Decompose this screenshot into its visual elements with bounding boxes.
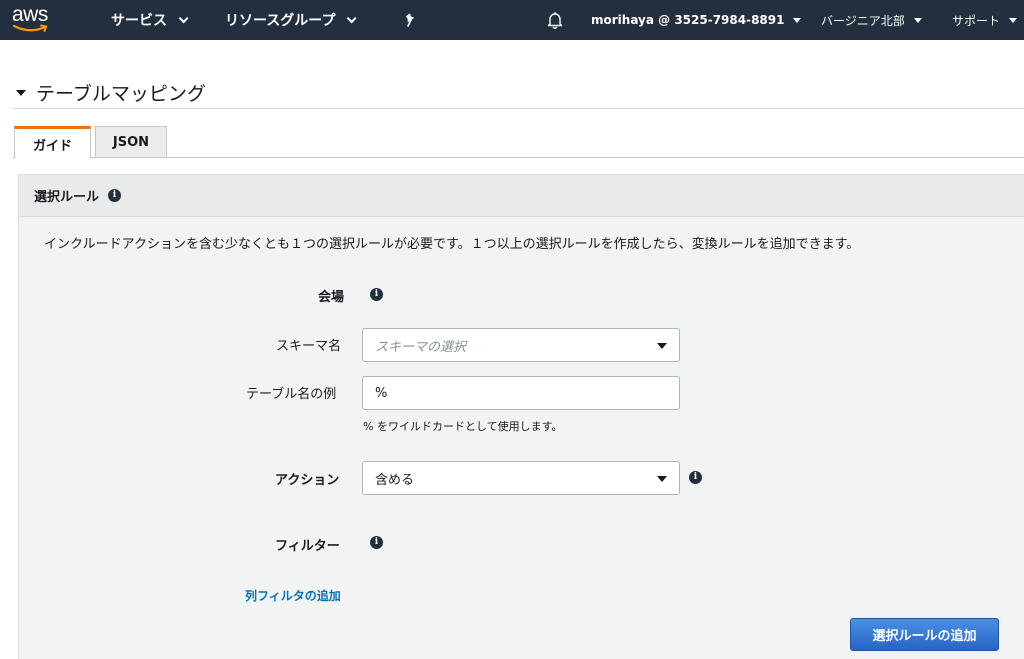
aws-logo[interactable]: aws (12, 3, 56, 37)
services-menu-label: サービス (111, 13, 167, 29)
account-menu-label: morihaya @ 3525-7984-8891 (591, 13, 785, 27)
pin-icon (405, 13, 415, 27)
support-menu-label: サポート (952, 13, 1001, 28)
venue-label: 会場 (318, 290, 345, 305)
add-column-filter-link[interactable]: 列フィルタの追加 (245, 587, 341, 604)
action-select[interactable]: 含める (362, 461, 680, 495)
services-menu[interactable]: サービス (111, 0, 189, 40)
panel-intro-text: インクルードアクションを含む少なくとも１つの選択ルールが必要です。１つ以上の選択… (44, 237, 860, 252)
caret-down-icon (1009, 17, 1018, 23)
chevron-down-icon (347, 12, 358, 23)
table-name-value: % (375, 385, 388, 401)
venue-info-icon[interactable]: i (370, 288, 383, 301)
tab-guide[interactable]: ガイド (14, 126, 91, 159)
caret-down-icon (793, 17, 802, 23)
add-selection-rule-button[interactable]: 選択ルールの追加 (850, 618, 999, 651)
section-title: テーブルマッピング (36, 83, 206, 105)
resource-groups-menu[interactable]: リソースグループ (225, 0, 358, 40)
table-name-input[interactable]: % (362, 376, 680, 410)
region-menu-label: バージニア北部 (821, 13, 905, 28)
region-menu[interactable]: バージニア北部 (821, 0, 922, 40)
action-info-icon[interactable]: i (689, 471, 702, 484)
notifications-button[interactable] (544, 0, 566, 40)
collapse-triangle-icon (16, 89, 26, 96)
action-select-value: 含める (375, 472, 415, 488)
tab-json-label: JSON (112, 135, 150, 150)
filter-label: フィルター (275, 539, 340, 554)
panel-title: 選択ルール (34, 190, 100, 205)
section-divider (13, 108, 1024, 109)
resource-groups-menu-label: リソースグループ (225, 13, 336, 29)
pin-button[interactable] (400, 0, 422, 40)
aws-smile-icon (12, 24, 48, 32)
filter-info-icon[interactable]: i (370, 536, 383, 549)
schema-name-placeholder: スキーマの選択 (375, 339, 467, 355)
panel-header: 選択ルール i (19, 175, 1024, 217)
caret-down-icon (913, 17, 922, 23)
caret-down-icon (657, 476, 667, 482)
tab-bar-divider (13, 157, 1024, 158)
bell-icon (547, 11, 563, 29)
tab-json[interactable]: JSON (95, 126, 167, 158)
caret-down-icon (657, 343, 667, 349)
account-menu[interactable]: morihaya @ 3525-7984-8891 (591, 0, 802, 40)
schema-name-label: スキーマ名 (276, 339, 342, 354)
support-menu[interactable]: サポート (952, 0, 1018, 40)
table-name-hint: % をワイルドカードとして使用します。 (363, 420, 563, 433)
table-name-label: テーブル名の例 (246, 387, 337, 402)
top-navigation-bar: aws サービス リソースグループ morihaya @ 3525-7984-8… (0, 0, 1024, 40)
add-selection-rule-button-label: 選択ルールの追加 (872, 629, 977, 644)
table-mapping-section-toggle[interactable]: テーブルマッピング (16, 79, 206, 106)
info-icon[interactable]: i (108, 189, 122, 202)
schema-name-select[interactable]: スキーマの選択 (362, 328, 680, 362)
action-label: アクション (275, 473, 340, 488)
chevron-down-icon (178, 12, 189, 23)
tab-guide-label: ガイド (32, 138, 72, 154)
